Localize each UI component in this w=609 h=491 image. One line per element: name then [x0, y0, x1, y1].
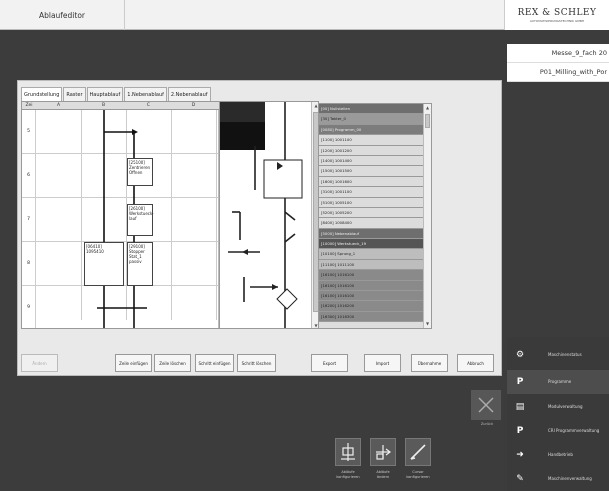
program-name: P01_Milling_with_Por [507, 63, 609, 82]
scroll-thumb[interactable] [425, 114, 430, 128]
nav-item-modules[interactable]: ▤ Modulverwaltung [507, 395, 609, 419]
project-name: Messe_9_fach 20 [507, 44, 609, 63]
insert-step-button[interactable]: Schritt einfügen [195, 354, 234, 372]
list-item[interactable]: [5200] 1005200 [319, 207, 423, 219]
prog-manage-icon: P [516, 426, 524, 436]
apply-button[interactable]: Übernahme [411, 354, 448, 372]
back-button[interactable] [471, 390, 501, 420]
program-icon: P [516, 377, 524, 387]
window-title: Ablaufeditor [0, 0, 125, 30]
list-item[interactable]: [16300] 1016300 [319, 311, 423, 323]
main-navigation: ⚙ Maschinenstatus P Programme ▤ Modulver… [507, 337, 609, 491]
import-button[interactable]: Import [364, 354, 401, 372]
tab-nebenablauf-1[interactable]: 1.Nebenablauf [124, 87, 167, 101]
list-item[interactable]: [1200] 1001200 [319, 145, 423, 156]
title-bar-spacer [125, 0, 505, 30]
nav-label: Maschinenstatus [548, 352, 582, 357]
title-bar: Ablaufeditor REX & SCHLEY AUTOMATISIERUN… [0, 0, 609, 30]
step-box[interactable]: [26100] Werkstueck- lauf [127, 204, 154, 236]
sequence-grid[interactable]: Zei A B C D 5 6 7 8 9 [25100] Zentrieren [21, 101, 227, 329]
list-item[interactable]: [16100] 1016100 [319, 270, 423, 281]
cancel-button[interactable]: Abbruch [457, 354, 494, 372]
company-logo: REX & SCHLEY AUTOMATISIERUNGSTECHNIK GMB… [505, 0, 609, 30]
step-box[interactable]: [06410] 1095410 [84, 242, 124, 286]
back-label: Zurück [480, 422, 494, 426]
nav-item-program-management[interactable]: P CRI Programmverwaltung [507, 419, 609, 443]
list-item[interactable]: [16100] 1016100 [319, 280, 423, 292]
nav-item-machine-management[interactable]: ✎ Maschinenverwaltung [507, 467, 609, 491]
list-item[interactable]: [0080] Programm_00 [319, 124, 423, 136]
gears-icon: ⚙ [515, 350, 525, 360]
step-box[interactable]: [29100] Stopper Stat_1 passiv [127, 242, 153, 286]
configure-sequences-label: Abläufe konfigurieren [336, 470, 360, 479]
list-scrollbar[interactable]: ▲ ▼ [423, 104, 431, 328]
list-item[interactable]: [00] Nullstellen [319, 104, 423, 115]
list-item[interactable]: [5100] 1005100 [319, 197, 423, 208]
nav-label: Modulverwaltung [548, 404, 583, 409]
symbol-palette[interactable]: ▲ ▼ [219, 101, 319, 329]
logo-tagline: AUTOMATISIERUNGSTECHNIK GMBH [529, 19, 585, 23]
change-sequences-label: Abläufe ändern [376, 470, 390, 479]
sequence-edit-icon [376, 445, 391, 460]
export-button[interactable]: Export [311, 354, 348, 372]
hand-mode-icon: ➜ [516, 450, 524, 460]
list-item[interactable]: [3100] 1001100 [319, 187, 423, 198]
list-item[interactable]: [1100] 1001100 [319, 135, 423, 146]
list-item[interactable]: [10100] Sprung_1 [319, 249, 423, 260]
list-item[interactable]: [30] Takter_0 [319, 114, 423, 125]
configure-cursor-button[interactable] [405, 438, 431, 466]
wrench-icon: ✎ [516, 474, 524, 484]
tab-nebenablauf-2[interactable]: 2.Nebenablauf [167, 87, 211, 101]
list-item[interactable]: [1600] 1001600 [319, 176, 423, 188]
list-item[interactable]: [1400] 1001400 [319, 155, 423, 167]
tab-raster[interactable]: Raster [63, 87, 86, 101]
sequence-config-icon [341, 443, 355, 461]
list-item[interactable]: [11100] 1011100 [319, 259, 423, 271]
nav-item-programs[interactable]: P Programme [507, 370, 609, 394]
list-item[interactable]: [16100] 1016100 [319, 291, 423, 302]
tab-hauptablauf[interactable]: Hauptablauf [86, 87, 124, 101]
delete-step-button[interactable]: Schritt löschen [237, 354, 276, 372]
nav-label: Programme [548, 379, 572, 384]
list-item[interactable]: [1500] 1001500 [319, 166, 423, 177]
tab-grundstellung[interactable]: Grundstellung [21, 87, 63, 101]
scroll-down-icon[interactable]: ▼ [424, 320, 431, 328]
insert-row-button[interactable]: Zeile einfügen [115, 354, 152, 372]
configure-sequences-button[interactable] [335, 438, 361, 466]
project-info: Messe_9_fach 20 P01_Milling_with_Por [507, 44, 609, 82]
nav-label: Maschinenverwaltung [548, 476, 592, 481]
configure-cursor-label: Cursor konfigurieren [406, 470, 430, 479]
logo-name: REX & SCHLEY [517, 8, 597, 18]
module-icon: ▤ [515, 402, 525, 412]
list-item[interactable]: [16200] 1016200 [319, 301, 423, 312]
change-button[interactable]: Ändern [21, 354, 58, 372]
operations-list[interactable]: [00] Nullstellen [30] Takter_0 [0080] Pr… [318, 103, 432, 329]
delete-row-button[interactable]: Zeile löschen [154, 354, 191, 372]
list-item[interactable]: [8400] 1008400 [319, 218, 423, 229]
list-item[interactable]: [10000] Werkstueck_19 [319, 239, 423, 250]
nav-label: Handbetrieb [548, 452, 573, 457]
change-sequences-button[interactable] [370, 438, 396, 466]
step-box[interactable]: [25100] Zentrieren Offnen [127, 158, 153, 186]
pen-icon [410, 444, 426, 460]
sequence-flow-lines [97, 110, 147, 328]
nav-item-machine-status[interactable]: ⚙ Maschinenstatus [507, 343, 609, 367]
scroll-up-icon[interactable]: ▲ [424, 104, 431, 112]
flow-symbols [220, 102, 303, 328]
sequence-editor-dialog: Grundstellung Raster Hauptablauf 1.Neben… [17, 80, 502, 376]
list-item[interactable]: [5000] Nebenablauf [319, 228, 423, 240]
nav-label: CRI Programmverwaltung [548, 428, 600, 433]
editor-tabs: Grundstellung Raster Hauptablauf 1.Neben… [21, 87, 212, 101]
nav-item-manual-mode[interactable]: ➜ Handbetrieb [507, 443, 609, 467]
close-icon [478, 397, 494, 413]
